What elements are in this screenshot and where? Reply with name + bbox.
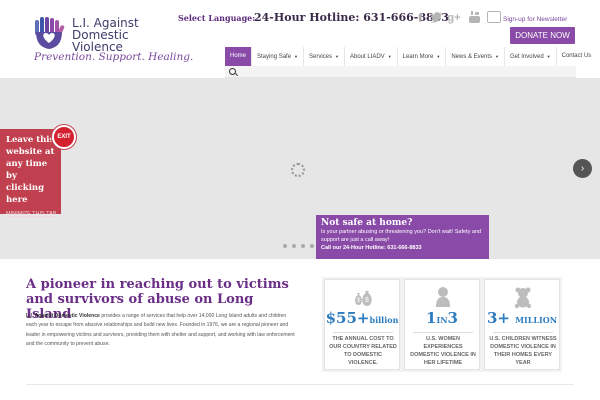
- stat-number: 3+: [486, 309, 510, 327]
- caret-down-icon: ▼: [294, 54, 299, 59]
- slide-dot[interactable]: [310, 244, 314, 248]
- callout-title: Not safe at home?: [321, 218, 413, 228]
- google-plus-icon[interactable]: g+: [447, 11, 461, 25]
- search-icon[interactable]: [229, 68, 236, 75]
- donate-button[interactable]: DONATE NOW: [510, 27, 575, 44]
- nav-label: About LIADV: [350, 54, 385, 61]
- nav-label: Learn More: [402, 54, 434, 61]
- stat-caption: U.S. children witness domestic violence …: [489, 336, 557, 366]
- divider: [413, 332, 473, 333]
- exit-button[interactable]: EXIT: [52, 125, 76, 149]
- newsletter-icon[interactable]: [487, 11, 501, 23]
- twitter-icon[interactable]: [429, 11, 443, 25]
- nav-label: Services: [309, 54, 333, 61]
- nav-item-contact[interactable]: Contact Us: [557, 47, 597, 66]
- caret-down-icon: ▼: [495, 54, 499, 59]
- leave-site-text: Leave this website at any time by clicki…: [6, 135, 55, 205]
- nav-label: Staying Safe: [257, 54, 292, 61]
- caret-down-icon: ▼: [387, 54, 392, 59]
- hands-heart-icon: [35, 17, 65, 49]
- facebook-icon[interactable]: f: [413, 11, 427, 25]
- stat-value: 3+ MILLION: [485, 309, 559, 327]
- nav-label: Home: [230, 53, 247, 59]
- youtube-icon[interactable]: [467, 11, 481, 25]
- slide-dot[interactable]: [301, 244, 305, 248]
- svg-text:$: $: [365, 297, 369, 304]
- slide-dot[interactable]: [292, 244, 296, 248]
- stat-number: $55+: [325, 309, 370, 327]
- loading-spinner-icon: [291, 163, 305, 177]
- woman-icon: [436, 287, 450, 307]
- not-safe-callout: Not safe at home? Is your partner abusin…: [316, 215, 489, 259]
- nav-item-learn-more[interactable]: Learn More ▼: [398, 47, 447, 66]
- minimize-tab-link[interactable]: MINIMIZE THIS TAB: [6, 211, 56, 217]
- stat-unit: MILLION: [515, 315, 558, 325]
- nav-label: Get Involved: [509, 54, 544, 61]
- stat-unit: IN: [436, 315, 448, 325]
- nav-item-services[interactable]: Services ▼: [304, 47, 345, 66]
- logo-line2: Domestic Violence: [72, 28, 129, 54]
- stat-caption: U.S. women experiences domestic violence…: [410, 336, 476, 366]
- caret-down-icon: ▼: [546, 54, 551, 59]
- nav-label: Contact Us: [561, 53, 592, 59]
- leave-site-panel[interactable]: Leave this website at any time by clicki…: [0, 129, 61, 217]
- teddy-bear-icon: [514, 287, 532, 309]
- slide-dot[interactable]: [283, 244, 287, 248]
- nav-item-staying-safe[interactable]: Staying Safe ▼: [252, 47, 305, 66]
- stat-unit: billion: [369, 315, 399, 325]
- nav-item-news-events[interactable]: News & Events ▼: [446, 47, 505, 66]
- nav-item-home[interactable]: Home: [225, 47, 253, 66]
- logo-title: L.I. Against Domestic Violence: [72, 17, 172, 53]
- stat-card-women: 1IN3 U.S. women experiences domestic vio…: [404, 279, 480, 370]
- newsletter-link[interactable]: Sign-up for Newsletter: [503, 16, 567, 23]
- caret-down-icon: ▼: [335, 54, 339, 59]
- stat-value: 1IN3: [405, 309, 479, 327]
- section-divider: [26, 384, 574, 385]
- stat-number: 1: [426, 309, 437, 327]
- money-bags-icon: $ $: [355, 291, 372, 306]
- stat-card-children: 3+ MILLION U.S. children witness domesti…: [484, 279, 560, 370]
- intro-paragraph: L.I. Against Domestic Violence provides …: [26, 312, 295, 349]
- caret-down-icon: ▼: [436, 54, 441, 59]
- org-name: L.I. Against Domestic Violence: [26, 313, 100, 319]
- nav-item-get-involved[interactable]: Get Involved ▼: [505, 47, 557, 66]
- slide-dots: [283, 244, 314, 248]
- stat-caption: The annual cost to our country related t…: [329, 336, 397, 366]
- nav-label: News & Events: [451, 54, 492, 61]
- site-logo[interactable]: L.I. Against Domestic Violence Preventio…: [32, 16, 193, 64]
- divider: [493, 332, 553, 333]
- language-label: Select Language:: [178, 13, 256, 23]
- search-bar[interactable]: [225, 66, 576, 78]
- divider: [333, 332, 393, 333]
- main-nav: Home Staying Safe ▼ Services ▼ About LIADV…: [225, 47, 596, 66]
- callout-description: Is your partner abusing or threatening y…: [321, 229, 482, 243]
- callout-hotline: Call our 24-Hour Hotline: 631-666-8833: [321, 245, 422, 251]
- next-slide-arrow-icon[interactable]: ›: [573, 159, 592, 178]
- stat-number: 3: [447, 309, 458, 327]
- tagline: Prevention. Support. Healing.: [34, 51, 194, 63]
- stat-value: $55+billion: [325, 309, 399, 327]
- hero-slider: › Leave this website at any time by clic…: [0, 78, 600, 259]
- stat-card-cost: $ $ $55+billion The annual cost to our c…: [324, 279, 400, 370]
- nav-item-about[interactable]: About LIADV ▼: [345, 47, 398, 66]
